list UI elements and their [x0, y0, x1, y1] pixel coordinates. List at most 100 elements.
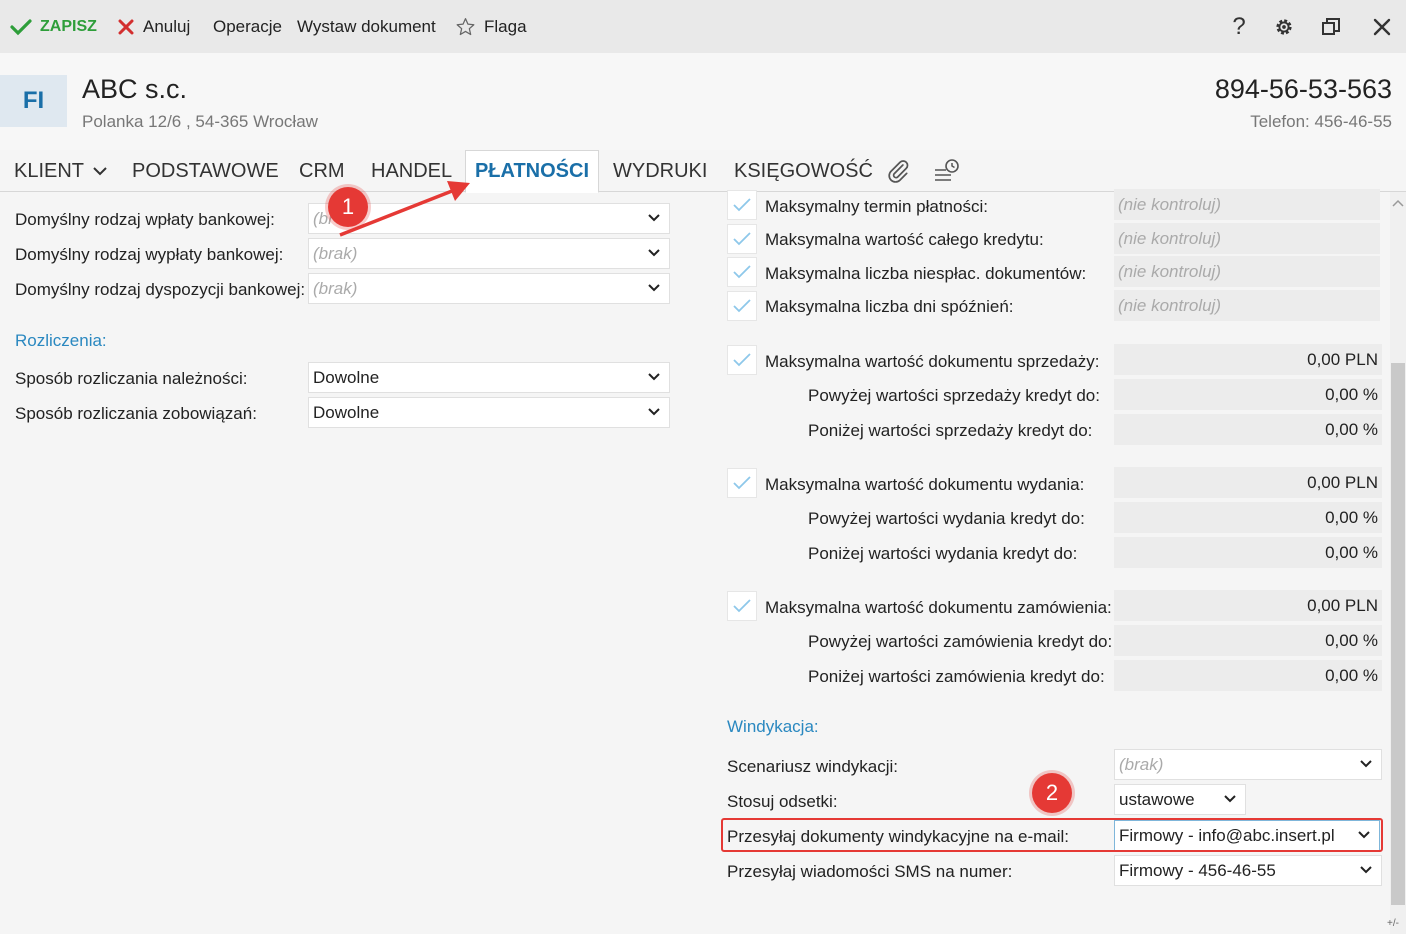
save-button[interactable]: ZAPISZ — [10, 0, 97, 53]
help-button[interactable]: ? — [1221, 0, 1257, 53]
limit-checkbox[interactable] — [727, 224, 757, 254]
issue-document-label: Wystaw dokument — [297, 16, 436, 36]
bank-deposit-type-label: Domyślny rodzaj wpłaty bankowej: — [15, 210, 275, 229]
issue-below-value[interactable]: 0,00 % — [1114, 537, 1382, 568]
bank-withdrawal-type-select[interactable]: (brak) — [308, 238, 670, 269]
scroll-up-icon[interactable] — [1392, 198, 1404, 208]
max-order-doc-value[interactable]: 0,00 PLN — [1114, 590, 1382, 621]
chevron-down-icon — [648, 373, 660, 381]
receivables-method-select[interactable]: Dowolne — [308, 362, 670, 393]
max-total-credit-value[interactable]: (nie kontroluj) — [1114, 223, 1380, 254]
sms-number-label: Przesyłaj wiadomości SMS na numer: — [727, 862, 1013, 881]
tab-history[interactable] — [933, 150, 961, 192]
help-icon: ? — [1232, 12, 1246, 40]
issue-below-label: Poniżej wartości wydania kredyt do: — [808, 544, 1078, 563]
bank-withdrawal-type-value: (brak) — [313, 243, 358, 263]
restore-window-button[interactable] — [1313, 0, 1349, 53]
liabilities-method-select[interactable]: Dowolne — [308, 397, 670, 428]
tab-platnosci[interactable]: PŁATNOŚCI — [465, 150, 599, 193]
paperclip-icon — [888, 160, 909, 183]
liabilities-method-label: Sposób rozliczania zobowiązań: — [15, 404, 257, 423]
issue-document-button[interactable]: Wystaw dokument — [297, 0, 436, 53]
collection-scenario-label: Scenariusz windykacji: — [727, 757, 899, 776]
sms-number-value: Firmowy - 456-46-55 — [1119, 860, 1276, 880]
order-below-label: Poniżej wartości zamówienia kredyt do: — [808, 667, 1105, 686]
tab-label: PŁATNOŚCI — [474, 160, 590, 182]
flag-button[interactable]: Flaga — [455, 0, 527, 53]
company-phone: Telefon: 456-46-55 — [1250, 112, 1392, 131]
bank-disposition-type-value: (brak) — [313, 278, 358, 298]
tab-label: KLIENT — [14, 159, 85, 182]
bank-disposition-type-select[interactable]: (brak) — [308, 273, 670, 304]
sales-above-value[interactable]: 0,00 % — [1114, 379, 1382, 410]
resize-corner-mark: +/- — [1387, 918, 1399, 929]
order-below-value[interactable]: 0,00 % — [1114, 660, 1382, 691]
tab-label: PODSTAWOWE — [132, 159, 279, 182]
tab-ksiegowosc[interactable]: KSIĘGOWOŚĆ — [734, 150, 873, 192]
tab-handel[interactable]: HANDEL — [371, 150, 452, 192]
receivables-method-value: Dowolne — [313, 367, 380, 387]
issue-doc-checkbox[interactable] — [727, 468, 757, 498]
history-icon — [935, 159, 959, 181]
sms-number-select[interactable]: Firmowy - 456-46-55 — [1114, 855, 1382, 886]
limit-checkbox[interactable] — [727, 291, 757, 321]
annotation-callout-2: 2 — [1032, 773, 1072, 813]
check-icon — [733, 353, 751, 367]
max-payment-term-label: Maksymalny termin płatności: — [765, 197, 988, 216]
tab-attachments[interactable] — [885, 150, 911, 192]
chevron-down-icon — [648, 214, 660, 222]
check-icon — [733, 476, 751, 490]
save-label: ZAPISZ — [40, 17, 97, 35]
operations-button[interactable]: Operacje — [213, 0, 282, 53]
interest-select[interactable]: ustawowe — [1114, 784, 1246, 815]
scrollbar-thumb[interactable] — [1391, 363, 1405, 905]
company-name: ABC s.c. — [82, 74, 188, 104]
chevron-down-icon — [1360, 866, 1372, 874]
max-issue-doc-value[interactable]: 0,00 PLN — [1114, 467, 1382, 498]
max-payment-term-value[interactable]: (nie kontroluj) — [1114, 189, 1380, 220]
order-doc-checkbox[interactable] — [727, 591, 757, 621]
sales-doc-checkbox[interactable] — [727, 345, 757, 375]
check-icon — [733, 599, 751, 613]
close-window-icon — [1373, 18, 1391, 35]
chevron-down-icon — [648, 249, 660, 257]
tab-wydruki[interactable]: WYDRUKI — [613, 150, 707, 192]
order-above-value[interactable]: 0,00 % — [1114, 625, 1382, 656]
tab-podstawowe[interactable]: PODSTAWOWE — [132, 150, 279, 192]
chevron-down-icon — [93, 167, 107, 176]
company-nip: 894-56-53-563 — [1214, 74, 1392, 104]
order-above-label: Powyżej wartości zamówienia kredyt do: — [808, 632, 1113, 651]
collection-section-label: Windykacja: — [727, 717, 819, 736]
tab-label: WYDRUKI — [613, 159, 708, 182]
sales-below-label: Poniżej wartości sprzedaży kredyt do: — [808, 421, 1093, 440]
settings-button[interactable] — [1266, 0, 1302, 53]
settlements-section-label: Rozliczenia: — [15, 331, 107, 350]
issue-above-value[interactable]: 0,00 % — [1114, 502, 1382, 533]
sales-below-value[interactable]: 0,00 % — [1114, 414, 1382, 445]
check-icon — [733, 299, 751, 313]
tab-label: HANDEL — [371, 159, 453, 182]
collection-scenario-select[interactable]: (brak) — [1114, 749, 1382, 780]
restore-window-icon — [1322, 17, 1340, 35]
receivables-method-label: Sposób rozliczania należności: — [15, 369, 248, 388]
max-sales-doc-value[interactable]: 0,00 PLN — [1114, 344, 1382, 375]
gear-icon — [1276, 18, 1292, 35]
bank-withdrawal-type-label: Domyślny rodzaj wypłaty bankowej: — [15, 245, 284, 264]
company-address: Polanka 12/6 , 54-365 Wrocław — [82, 112, 318, 131]
max-unpaid-docs-label: Maksymalna liczba niespłac. dokumentów: — [765, 264, 1087, 283]
sales-above-label: Powyżej wartości sprzedaży kredyt do: — [808, 386, 1100, 405]
limit-checkbox[interactable] — [727, 257, 757, 287]
cancel-button[interactable]: Anuluj — [117, 0, 190, 53]
tab-label: CRM — [299, 159, 345, 182]
operations-label: Operacje — [213, 16, 282, 36]
record-header — [0, 53, 1406, 150]
flag-label: Flaga — [484, 16, 527, 36]
liabilities-method-value: Dowolne — [313, 402, 380, 422]
max-unpaid-docs-value[interactable]: (nie kontroluj) — [1114, 256, 1380, 287]
tab-klient[interactable]: KLIENT — [14, 150, 108, 192]
tab-crm[interactable]: CRM — [299, 150, 345, 192]
max-delay-days-value[interactable]: (nie kontroluj) — [1114, 290, 1380, 321]
limit-checkbox[interactable] — [727, 190, 757, 220]
close-window-button[interactable] — [1364, 0, 1400, 53]
chevron-down-icon — [648, 284, 660, 292]
